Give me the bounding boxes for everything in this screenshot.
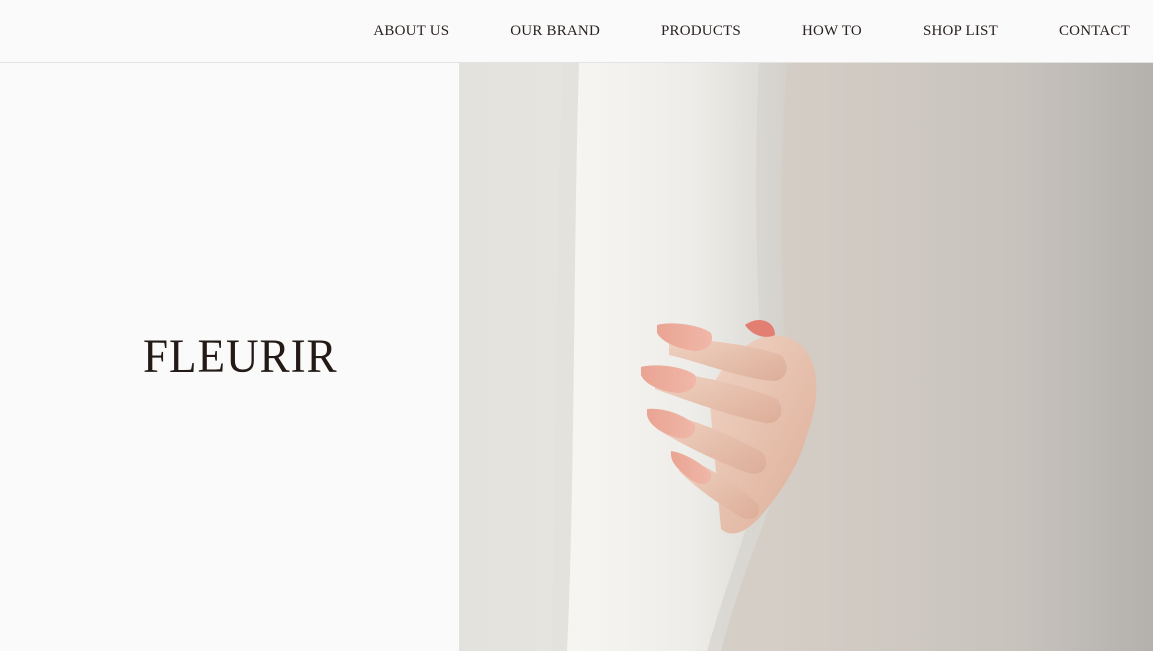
site-header: ABOUT US OUR BRAND PRODUCTS HOW TO SHOP … bbox=[0, 0, 1153, 63]
brand-logo: FLEURIR bbox=[143, 330, 338, 383]
nav-contact[interactable]: CONTACT bbox=[1059, 23, 1130, 40]
hand-holding-curtain-photo bbox=[459, 63, 1153, 651]
nav-shop-list[interactable]: SHOP LIST bbox=[923, 23, 998, 40]
nav-about-us[interactable]: ABOUT US bbox=[373, 23, 449, 40]
main-nav: ABOUT US OUR BRAND PRODUCTS HOW TO SHOP … bbox=[373, 0, 1130, 62]
nav-how-to[interactable]: HOW TO bbox=[802, 23, 862, 40]
nav-our-brand[interactable]: OUR BRAND bbox=[510, 23, 600, 40]
nav-products[interactable]: PRODUCTS bbox=[661, 23, 741, 40]
hero-image bbox=[459, 63, 1153, 651]
brand-panel: FLEURIR bbox=[0, 63, 459, 651]
